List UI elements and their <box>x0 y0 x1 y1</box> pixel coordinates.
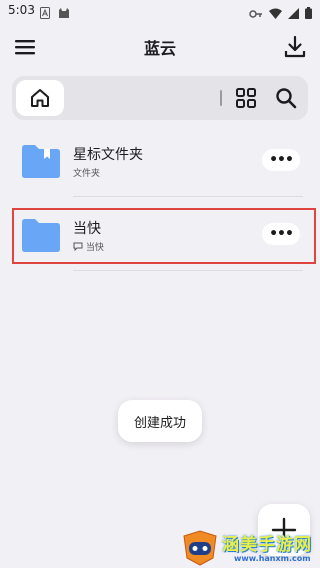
folder-icon <box>22 144 60 178</box>
home-button[interactable] <box>16 80 64 116</box>
more-options-button[interactable]: ••• <box>262 149 300 171</box>
list-divider <box>73 196 303 197</box>
key-icon <box>249 4 263 23</box>
status-time: 5:03 <box>8 3 35 17</box>
app-bar: 蓝云 <box>0 22 320 72</box>
page-title: 蓝云 <box>143 39 176 58</box>
signal-icon <box>288 4 299 23</box>
watermark-text: 涵美手游网 <box>222 535 312 555</box>
download-icon <box>284 35 306 58</box>
list-divider <box>73 270 303 271</box>
toast-message: 创建成功 <box>118 400 202 442</box>
notification-a-icon <box>40 4 50 23</box>
watermark: 涵美手游网 www.hanxm.com <box>180 528 320 568</box>
battery-icon <box>305 4 312 23</box>
path-toolbar <box>12 76 308 120</box>
watermark-url: www.hanxm.com <box>234 554 311 563</box>
grid-view-button[interactable] <box>234 86 258 110</box>
gamepad-logo-icon <box>183 530 217 566</box>
grid-icon <box>236 88 256 108</box>
search-icon <box>276 88 297 109</box>
home-icon <box>31 89 49 107</box>
search-button[interactable] <box>274 86 298 110</box>
toolbar-divider <box>220 90 222 106</box>
cat-icon <box>58 4 70 23</box>
list-item[interactable]: 星标文件夹 文件夹 ••• <box>12 132 308 190</box>
more-dots-icon: ••• <box>269 152 294 168</box>
highlight-box <box>12 208 316 264</box>
status-bar: 5:03 <box>0 0 320 22</box>
download-button[interactable] <box>282 34 308 60</box>
file-subtitle: 文件夹 <box>73 169 101 179</box>
wifi-icon <box>269 4 282 23</box>
file-name: 星标文件夹 <box>73 147 143 163</box>
